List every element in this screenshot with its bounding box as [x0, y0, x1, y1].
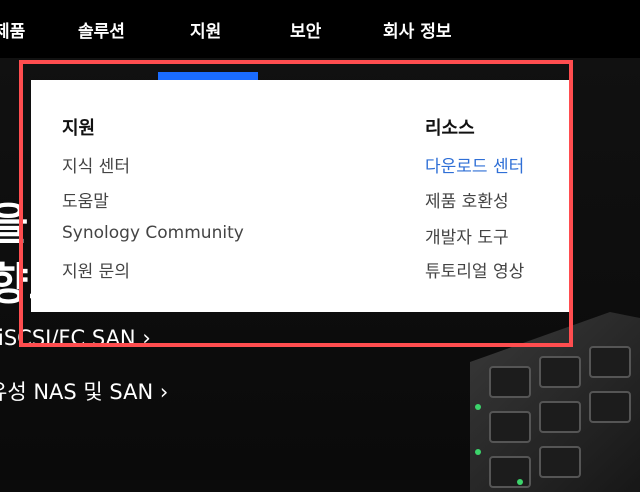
top-navigation: 제품 솔루션 지원 보안 회사 정보 — [0, 0, 640, 58]
hero-link-nas-san[interactable]: 유성 NAS 및 SAN › — [0, 376, 168, 406]
highlight-outline — [19, 60, 573, 347]
nav-item-products[interactable]: 제품 — [0, 17, 25, 42]
nav-item-support[interactable]: 지원 — [190, 17, 221, 42]
nav-item-company[interactable]: 회사 정보 — [383, 17, 451, 42]
nav-item-security[interactable]: 보안 — [290, 17, 321, 42]
nav-item-solutions[interactable]: 솔루션 — [78, 17, 125, 42]
